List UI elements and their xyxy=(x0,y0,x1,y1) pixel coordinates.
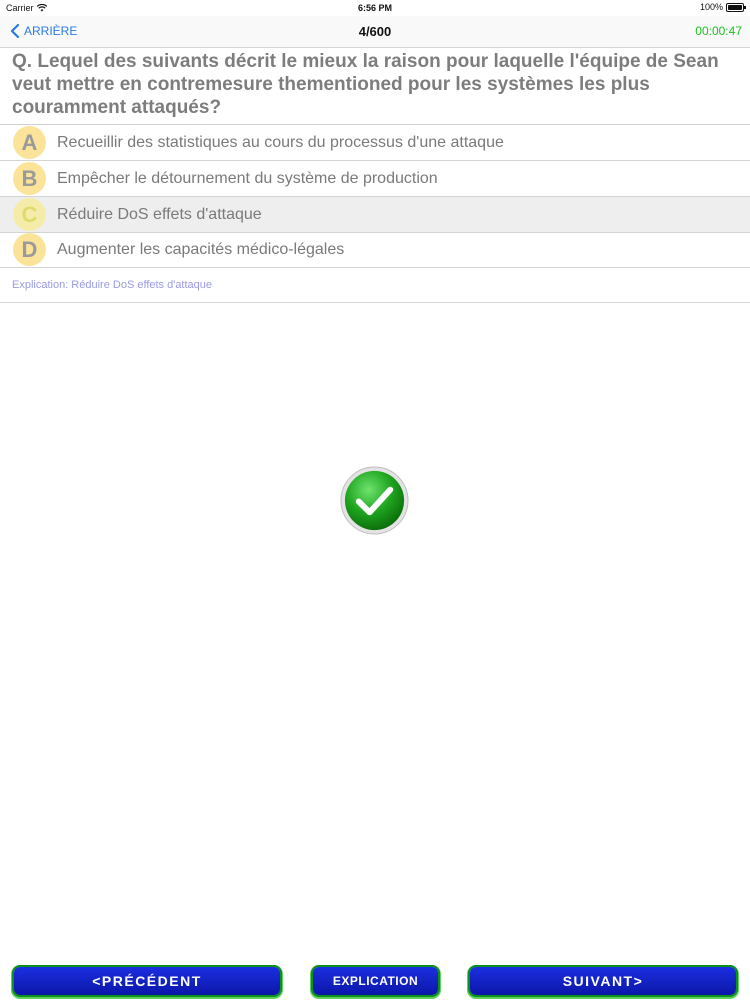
answer-option-b[interactable]: B Empêcher le détournement du système de… xyxy=(0,161,750,197)
answer-text: Augmenter les capacités médico-légales xyxy=(57,240,345,258)
explanation-button[interactable]: EXPLICATION xyxy=(313,967,438,995)
question-counter: 4/600 xyxy=(358,24,392,39)
quiz-screen: Carrier 6:56 PM 100% ARRIÈRE 4/600 00:00… xyxy=(0,0,750,1000)
answer-option-d[interactable]: D Augmenter les capacités médico-légales xyxy=(0,232,750,268)
answer-option-c[interactable]: C Réduire DoS effets d'attaque xyxy=(0,197,750,233)
answer-option-a[interactable]: A Recueillir des statistiques au cours d… xyxy=(0,125,750,161)
answer-letter-badge: D xyxy=(13,233,46,266)
correct-check-icon xyxy=(340,466,409,535)
explanation-panel: Explication: Réduire DoS effets d'attaqu… xyxy=(0,268,750,303)
answer-letter-badge: C xyxy=(13,198,46,231)
status-bar: Carrier 6:56 PM 100% xyxy=(0,0,750,16)
answer-text: Empêcher le détournement du système de p… xyxy=(57,169,438,187)
answer-letter-badge: A xyxy=(13,126,46,159)
next-button[interactable]: SUIVANT> xyxy=(470,967,736,995)
status-time: 6:56 PM xyxy=(357,3,392,13)
answer-text: Réduire DoS effets d'attaque xyxy=(57,205,262,223)
battery-icon xyxy=(726,2,746,12)
elapsed-timer: 00:00:47 xyxy=(695,24,742,38)
answer-text: Recueillir des statistiques au cours du … xyxy=(57,133,504,151)
answer-letter-badge: B xyxy=(13,162,46,195)
previous-button[interactable]: <PRÉCÉDENT xyxy=(14,967,280,995)
battery-percent: 100% xyxy=(699,2,723,12)
question-text: Q. Lequel des suivants décrit le mieux l… xyxy=(12,51,719,118)
explanation-text: Explication: Réduire DoS effets d'attaqu… xyxy=(12,279,213,291)
navigation-bar: ARRIÈRE 4/600 00:00:47 xyxy=(0,16,750,48)
